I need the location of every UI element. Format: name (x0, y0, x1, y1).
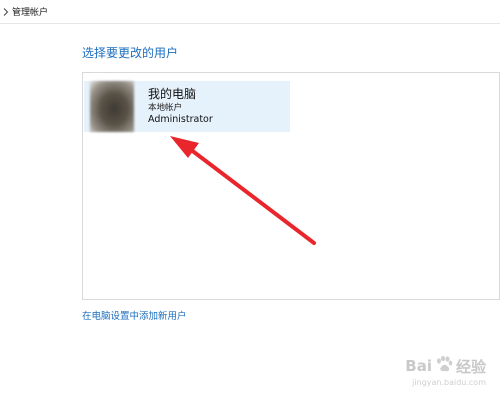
user-tile[interactable]: 我的电脑 本地帐户 Administrator (84, 81, 290, 132)
paw-icon (435, 355, 453, 377)
chevron-right-icon[interactable] (1, 5, 11, 19)
user-avatar (90, 81, 134, 132)
breadcrumb-item-manage-accounts[interactable]: 管理帐户 (12, 5, 48, 18)
user-name: 我的电脑 (148, 87, 197, 101)
breadcrumb: 管理帐户 (0, 0, 500, 24)
user-account-type: 本地帐户 (148, 103, 183, 113)
manage-accounts-page: 管理帐户 选择要更改的用户 我的电脑 本地帐户 Administrator 在电… (0, 0, 500, 405)
watermark: Bai 经验 jingyan.baidu.com (405, 355, 486, 387)
watermark-brand-right: 经验 (455, 357, 486, 376)
watermark-brand-left: Bai (405, 357, 432, 375)
add-new-user-link[interactable]: 在电脑设置中添加新用户 (82, 308, 187, 322)
user-role: Administrator (148, 114, 213, 125)
watermark-url: jingyan.baidu.com (412, 378, 486, 387)
page-title: 选择要更改的用户 (82, 46, 179, 60)
user-info: 我的电脑 本地帐户 Administrator (148, 87, 213, 126)
